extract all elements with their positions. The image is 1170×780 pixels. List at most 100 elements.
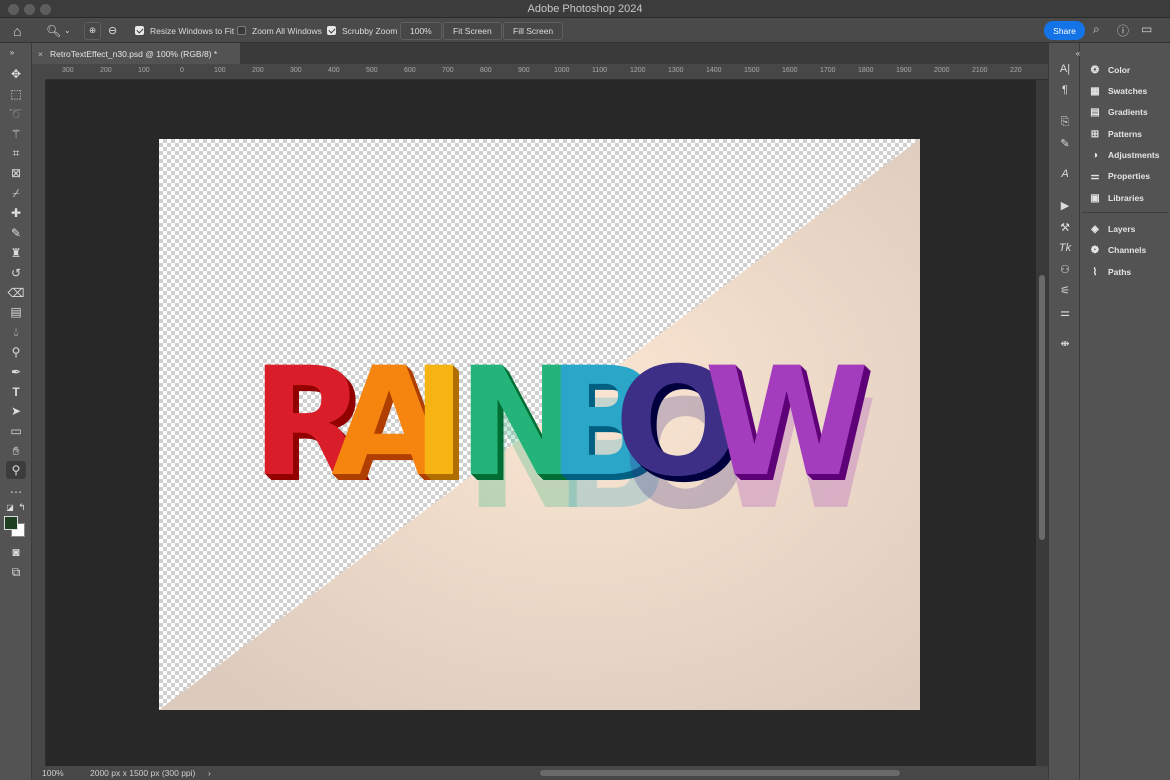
panel-channels[interactable]: ❁ Channels <box>1088 241 1168 259</box>
ruler-label: 1000 <box>554 67 570 74</box>
window-title: Adobe Photoshop 2024 <box>527 3 643 15</box>
title-bar: Adobe Photoshop 2024 <box>0 0 1170 18</box>
tools-panel: » ✥ ⬚ ➰ ⚚ ⌗ ⊠ ⌿ ✚ ✎ ♜ ↺ ⌫ ▤ 💧︎ ⚲ ✒ T ➤ ▭… <box>0 43 32 780</box>
close-tab-icon[interactable]: × <box>38 49 43 59</box>
artwork: RRRRRRRAAAAAAAIIIIIIINNNNNNNNBBBBBBBBOOO… <box>159 139 920 710</box>
panel-paths[interactable]: ⌇ Paths <box>1088 263 1168 281</box>
paths-icon: ⌇ <box>1092 266 1098 278</box>
panel-color[interactable]: ❂ Color <box>1088 61 1168 79</box>
lasso-tool-icon[interactable]: ➰ <box>6 105 26 123</box>
brush-settings-icon[interactable]: ✎ <box>1056 135 1074 151</box>
zoom-in-button[interactable]: ⊕ <box>84 18 102 43</box>
healing-brush-tool-icon[interactable]: ✚ <box>6 204 26 222</box>
type-tool-icon[interactable]: T <box>6 383 26 401</box>
blur-tool-icon[interactable]: 💧︎ <box>6 323 26 341</box>
panel-swatches[interactable]: ▦ Swatches <box>1088 82 1168 100</box>
swap-colors-icon[interactable]: ↰ <box>12 498 32 516</box>
chevron-right-icon[interactable]: › <box>208 768 211 778</box>
zoom-all-windows-checkbox[interactable]: Zoom All Windows <box>237 18 322 43</box>
gradient-tool-icon[interactable]: ▤ <box>6 303 26 321</box>
share-button[interactable]: Share <box>1044 21 1085 40</box>
paragraph-panel-icon[interactable]: ¶ <box>1056 82 1074 98</box>
document-canvas[interactable]: RRRRRRRAAAAAAAIIIIIIINNNNNNNNBBBBBBBBOOO… <box>159 139 920 710</box>
panel-label: Gradients <box>1108 107 1148 117</box>
help-icon[interactable]: ⓘ <box>1117 22 1129 39</box>
panel-libraries[interactable]: ▣ Libraries <box>1088 189 1168 207</box>
zoom-tool-icon[interactable]: ⚲ <box>6 461 26 479</box>
character-panel-icon[interactable]: A| <box>1056 61 1074 77</box>
dodge-tool-icon[interactable]: ⚲ <box>6 343 26 361</box>
collapse-toolbar-icon[interactable]: » <box>2 43 22 61</box>
ruler-label: 1600 <box>782 67 798 74</box>
panel-label: Swatches <box>1108 86 1148 96</box>
scrubby-zoom-checkbox[interactable]: Scrubby Zoom <box>327 18 397 43</box>
actions-play-icon[interactable]: ▶ <box>1056 197 1074 213</box>
fit-screen-button[interactable]: Fit Screen <box>443 21 502 40</box>
glyphs-panel-icon[interactable]: A <box>1056 166 1074 182</box>
scroll-thumb[interactable] <box>1039 275 1045 540</box>
move-tool-icon[interactable]: ✥ <box>6 65 26 83</box>
panel-gradients[interactable]: ▤ Gradients <box>1088 103 1168 121</box>
panel-label: Patterns <box>1108 129 1143 139</box>
clone-source-icon[interactable]: ⚒ <box>1056 219 1074 235</box>
ruler-label: 2100 <box>972 67 988 74</box>
right-panels: ❂ Color ▦ Swatches ▤ Gradients ⊞ Patterns ◑ A… <box>1080 43 1170 780</box>
ruler-label: 100 <box>214 67 226 74</box>
resize-windows-checkbox[interactable]: Resize Windows to Fit <box>135 18 234 43</box>
character-styles-icon[interactable]: Tk <box>1056 240 1074 256</box>
rainbow-letter: W <box>704 336 869 510</box>
panel-label: Channels <box>1108 245 1147 255</box>
panel-layers[interactable]: ◈ Layers <box>1088 220 1168 238</box>
history-brush-tool-icon[interactable]: ↺ <box>6 264 26 282</box>
measurement-icon[interactable]: ⇼ <box>1056 335 1074 351</box>
fill-screen-button[interactable]: Fill Screen <box>503 21 564 40</box>
quick-mask-icon[interactable]: ◙ <box>6 543 26 561</box>
vertical-scrollbar[interactable] <box>1036 80 1048 766</box>
foreground-color-swatch[interactable] <box>4 516 18 530</box>
marquee-tool-icon[interactable]: ⬚ <box>6 85 26 103</box>
panel-label: Layers <box>1108 224 1136 234</box>
eraser-tool-icon[interactable]: ⌫ <box>6 284 26 302</box>
document-tab-bar: × RetroTextEffect_n30.psd @ 100% (RGB/8)… <box>32 43 1048 64</box>
zoom-level-field[interactable]: 100% <box>400 21 442 40</box>
ruler-label: 800 <box>480 67 492 74</box>
panel-patterns[interactable]: ⊞ Patterns <box>1088 125 1168 143</box>
frame-tool-icon[interactable]: ⊠ <box>6 164 26 182</box>
ruler-label: 300 <box>62 67 74 74</box>
chevron-down-icon[interactable]: ⌄ <box>64 18 71 43</box>
screen-mode-icon[interactable]: ⧉ <box>6 563 26 581</box>
ruler-label: 1300 <box>668 67 684 74</box>
zoom-tool-preset-icon[interactable]: 🔍︎ <box>46 18 61 43</box>
panel-icon-strip: « A| ¶ ⎘ ✎ A ▶ ⚒ Tk ⚇ ⚟ ⚌ ⇼ <box>1048 43 1080 780</box>
vertical-ruler[interactable] <box>32 80 46 766</box>
ruler-label: 1500 <box>744 67 760 74</box>
panel-adjustments[interactable]: ◑ Adjustments <box>1088 146 1168 164</box>
brushes-panel-icon[interactable]: ⚟ <box>1056 282 1074 298</box>
zoom-all-label: Zoom All Windows <box>252 25 322 36</box>
document-tab[interactable]: × RetroTextEffect_n30.psd @ 100% (RGB/8)… <box>32 43 240 64</box>
horizontal-ruler[interactable]: 300 200 100 0 100 200 300 400 500 600 70… <box>46 64 1048 80</box>
tool-presets-icon[interactable]: ⚇ <box>1056 261 1074 277</box>
panel-divider <box>1082 212 1168 213</box>
eyedropper-tool-icon[interactable]: ⌿ <box>6 184 26 202</box>
path-selection-tool-icon[interactable]: ➤ <box>6 402 26 420</box>
properties-sliders-icon[interactable]: ⚌ <box>1056 304 1074 320</box>
status-zoom[interactable]: 100% <box>42 768 64 778</box>
zoom-out-icon[interactable]: ⊖ <box>108 18 117 43</box>
magic-wand-tool-icon[interactable]: ⚚ <box>6 125 26 143</box>
horizontal-scrollbar[interactable] <box>540 770 900 776</box>
history-panel-icon[interactable]: ⎘ <box>1056 114 1074 130</box>
workspace-icon[interactable]: ▭ <box>1141 22 1152 36</box>
search-icon[interactable]: ⌕ <box>1093 22 1100 37</box>
panel-label: Adjustments <box>1108 150 1160 160</box>
pen-tool-icon[interactable]: ✒ <box>6 363 26 381</box>
clone-stamp-tool-icon[interactable]: ♜ <box>6 244 26 262</box>
panel-properties[interactable]: ⚌ Properties <box>1088 167 1168 185</box>
options-bar: ⌂ 🔍︎ ⌄ ⊕ ⊖ Resize Windows to Fit Zoom Al… <box>0 18 1170 43</box>
ruler-origin[interactable] <box>32 64 46 80</box>
home-icon[interactable]: ⌂ <box>13 18 21 43</box>
rectangle-tool-icon[interactable]: ▭ <box>6 422 26 440</box>
hand-tool-icon[interactable]: ✋︎ <box>6 442 26 460</box>
crop-tool-icon[interactable]: ⌗ <box>6 144 26 162</box>
brush-tool-icon[interactable]: ✎ <box>6 224 26 242</box>
